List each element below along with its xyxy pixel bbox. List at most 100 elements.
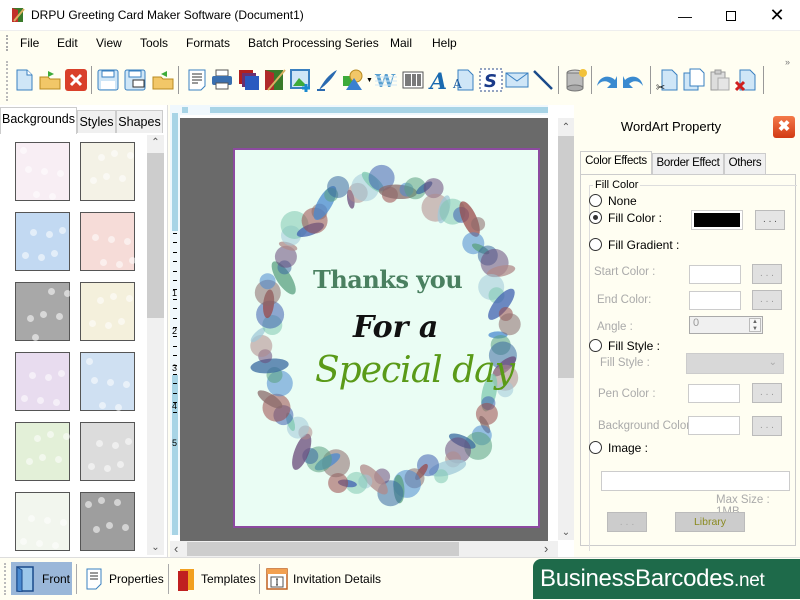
radio-fill-gradient[interactable]: [589, 238, 602, 251]
background-thumbnail-strawberries[interactable]: [80, 212, 136, 271]
background-thumbnail-baby-yellow-pattern[interactable]: [80, 142, 135, 201]
background-thumbnail-blue-clouds[interactable]: [15, 212, 70, 271]
tab-color-effects[interactable]: Color Effects: [580, 151, 652, 175]
ruler-tick: [173, 280, 177, 281]
start-color-swatch: [689, 265, 741, 284]
background-thumbnail-green-trees[interactable]: [15, 422, 70, 481]
properties-button[interactable]: [185, 68, 209, 92]
canvas-vertical-scrollbar[interactable]: ⌃ ⌄: [558, 118, 574, 540]
card-text-for-a[interactable]: For a: [353, 310, 438, 345]
chevron-down-icon: ⌄: [768, 357, 777, 368]
open-button[interactable]: [38, 68, 62, 92]
horizontal-ruler: [180, 105, 548, 115]
new-button[interactable]: [12, 68, 36, 92]
scroll-up-icon[interactable]: ⌃: [558, 122, 574, 133]
background-button[interactable]: [263, 68, 287, 92]
close-window-button[interactable]: ✕: [754, 0, 800, 31]
close-document-button[interactable]: [64, 68, 88, 92]
radio-fill-color[interactable]: [589, 211, 602, 224]
templates-button[interactable]: Templates: [172, 562, 256, 595]
shapes-button[interactable]: [342, 68, 366, 92]
menu-batch-processing-series[interactable]: Batch Processing Series: [248, 36, 379, 50]
tab-others[interactable]: Others: [724, 153, 766, 174]
layers-button[interactable]: [237, 68, 261, 92]
menu-grip[interactable]: [6, 35, 8, 51]
thumbnail-pattern: [97, 297, 104, 304]
cut-button[interactable]: ✂: [655, 68, 679, 92]
fill-color-swatch[interactable]: [691, 210, 743, 230]
copy-icon: [683, 68, 705, 91]
menu-mail[interactable]: Mail: [390, 36, 412, 50]
line-button[interactable]: [531, 68, 555, 92]
background-thumbnail-blue-snowflakes[interactable]: [80, 352, 135, 411]
tab-styles[interactable]: Styles: [77, 110, 116, 133]
radio-none[interactable]: [589, 194, 602, 207]
watermark-button[interactable]: W: [374, 68, 398, 92]
thumbnail-scrollbar[interactable]: ⌃ ⌄: [147, 135, 164, 555]
shapes-dropdown-icon[interactable]: ▼: [366, 77, 373, 84]
tab-shapes[interactable]: Shapes: [116, 110, 163, 133]
front-button[interactable]: Front: [11, 562, 72, 595]
tab-backgrounds[interactable]: Backgrounds: [0, 107, 77, 134]
thumbnail-pattern: [64, 290, 71, 297]
scrollbar-thumb[interactable]: [187, 542, 459, 556]
save-as-button[interactable]: [123, 68, 147, 92]
export-button[interactable]: [151, 68, 175, 92]
scroll-up-icon[interactable]: ⌃: [147, 137, 164, 148]
insert-image-button[interactable]: [289, 68, 313, 92]
menu-edit[interactable]: Edit: [57, 36, 78, 50]
toolbar-grip[interactable]: [6, 61, 8, 101]
signature-button[interactable]: [315, 68, 339, 92]
fill-color-browse-button[interactable]: . . .: [755, 210, 785, 230]
invitation-details-button[interactable]: Invitation Details: [262, 562, 381, 595]
copy-button[interactable]: [682, 68, 706, 92]
menu-view[interactable]: View: [96, 36, 122, 50]
background-thumbnail-flower-rows[interactable]: [80, 282, 135, 341]
panel-close-button[interactable]: ✖: [773, 116, 795, 138]
barcode-button[interactable]: [401, 68, 425, 92]
save-button[interactable]: [96, 68, 120, 92]
menu-file[interactable]: File: [20, 36, 39, 50]
scrollbar-thumb[interactable]: [147, 153, 164, 318]
background-thumbnail-baby-pink-pattern[interactable]: [15, 142, 70, 201]
scroll-down-icon[interactable]: ⌄: [147, 542, 164, 553]
tab-border-effect[interactable]: Border Effect: [652, 153, 724, 174]
card-text-special-day[interactable]: Special day: [315, 350, 515, 391]
background-thumbnail-gray-hearts[interactable]: [15, 282, 71, 341]
redo-button[interactable]: [621, 68, 645, 92]
brand-watermark: BusinessBarcodes.net: [533, 559, 800, 599]
scroll-right-icon[interactable]: ›: [544, 541, 548, 556]
radio-fill-style[interactable]: [589, 339, 602, 352]
delete-button[interactable]: [734, 68, 758, 92]
background-thumbnail-pastel-flowers[interactable]: [15, 352, 70, 411]
thumbnail-pattern: [55, 456, 62, 463]
scroll-left-icon[interactable]: ‹: [174, 541, 178, 556]
background-thumbnail-white-heart[interactable]: [80, 422, 135, 481]
greeting-card[interactable]: Thanks you For a Special day: [233, 148, 540, 528]
canvas-horizontal-scrollbar[interactable]: ‹ ›: [170, 541, 558, 557]
menu-tools[interactable]: Tools: [140, 36, 168, 50]
menu-formats[interactable]: Formats: [186, 36, 230, 50]
properties-tab-button[interactable]: Properties: [80, 562, 164, 595]
wordart-button[interactable]: A: [427, 68, 451, 92]
scrollbar-thumb[interactable]: [558, 136, 574, 378]
print-button[interactable]: [210, 68, 234, 92]
undo-button[interactable]: [595, 68, 619, 92]
thumbnail-pattern: [85, 501, 92, 508]
maximize-button[interactable]: [708, 0, 754, 31]
thumbnail-pattern: [99, 402, 106, 409]
background-thumbnail-fireworks[interactable]: [80, 492, 135, 551]
radio-image[interactable]: [589, 441, 602, 454]
text-button[interactable]: A: [452, 68, 476, 92]
minimize-button[interactable]: —: [662, 0, 708, 31]
toolbar-overflow-button[interactable]: »: [785, 57, 790, 67]
card-text-thanks-you[interactable]: Thanks you: [313, 265, 463, 294]
menu-help[interactable]: Help: [432, 36, 457, 50]
scroll-down-icon[interactable]: ⌄: [558, 527, 574, 538]
paste-button[interactable]: [708, 68, 732, 92]
background-thumbnail-green-ornaments[interactable]: [15, 492, 70, 551]
database-button[interactable]: [564, 68, 588, 92]
symbol-button[interactable]: S: [479, 68, 503, 92]
toolbar-separator: [650, 66, 651, 94]
email-button[interactable]: [505, 68, 529, 92]
